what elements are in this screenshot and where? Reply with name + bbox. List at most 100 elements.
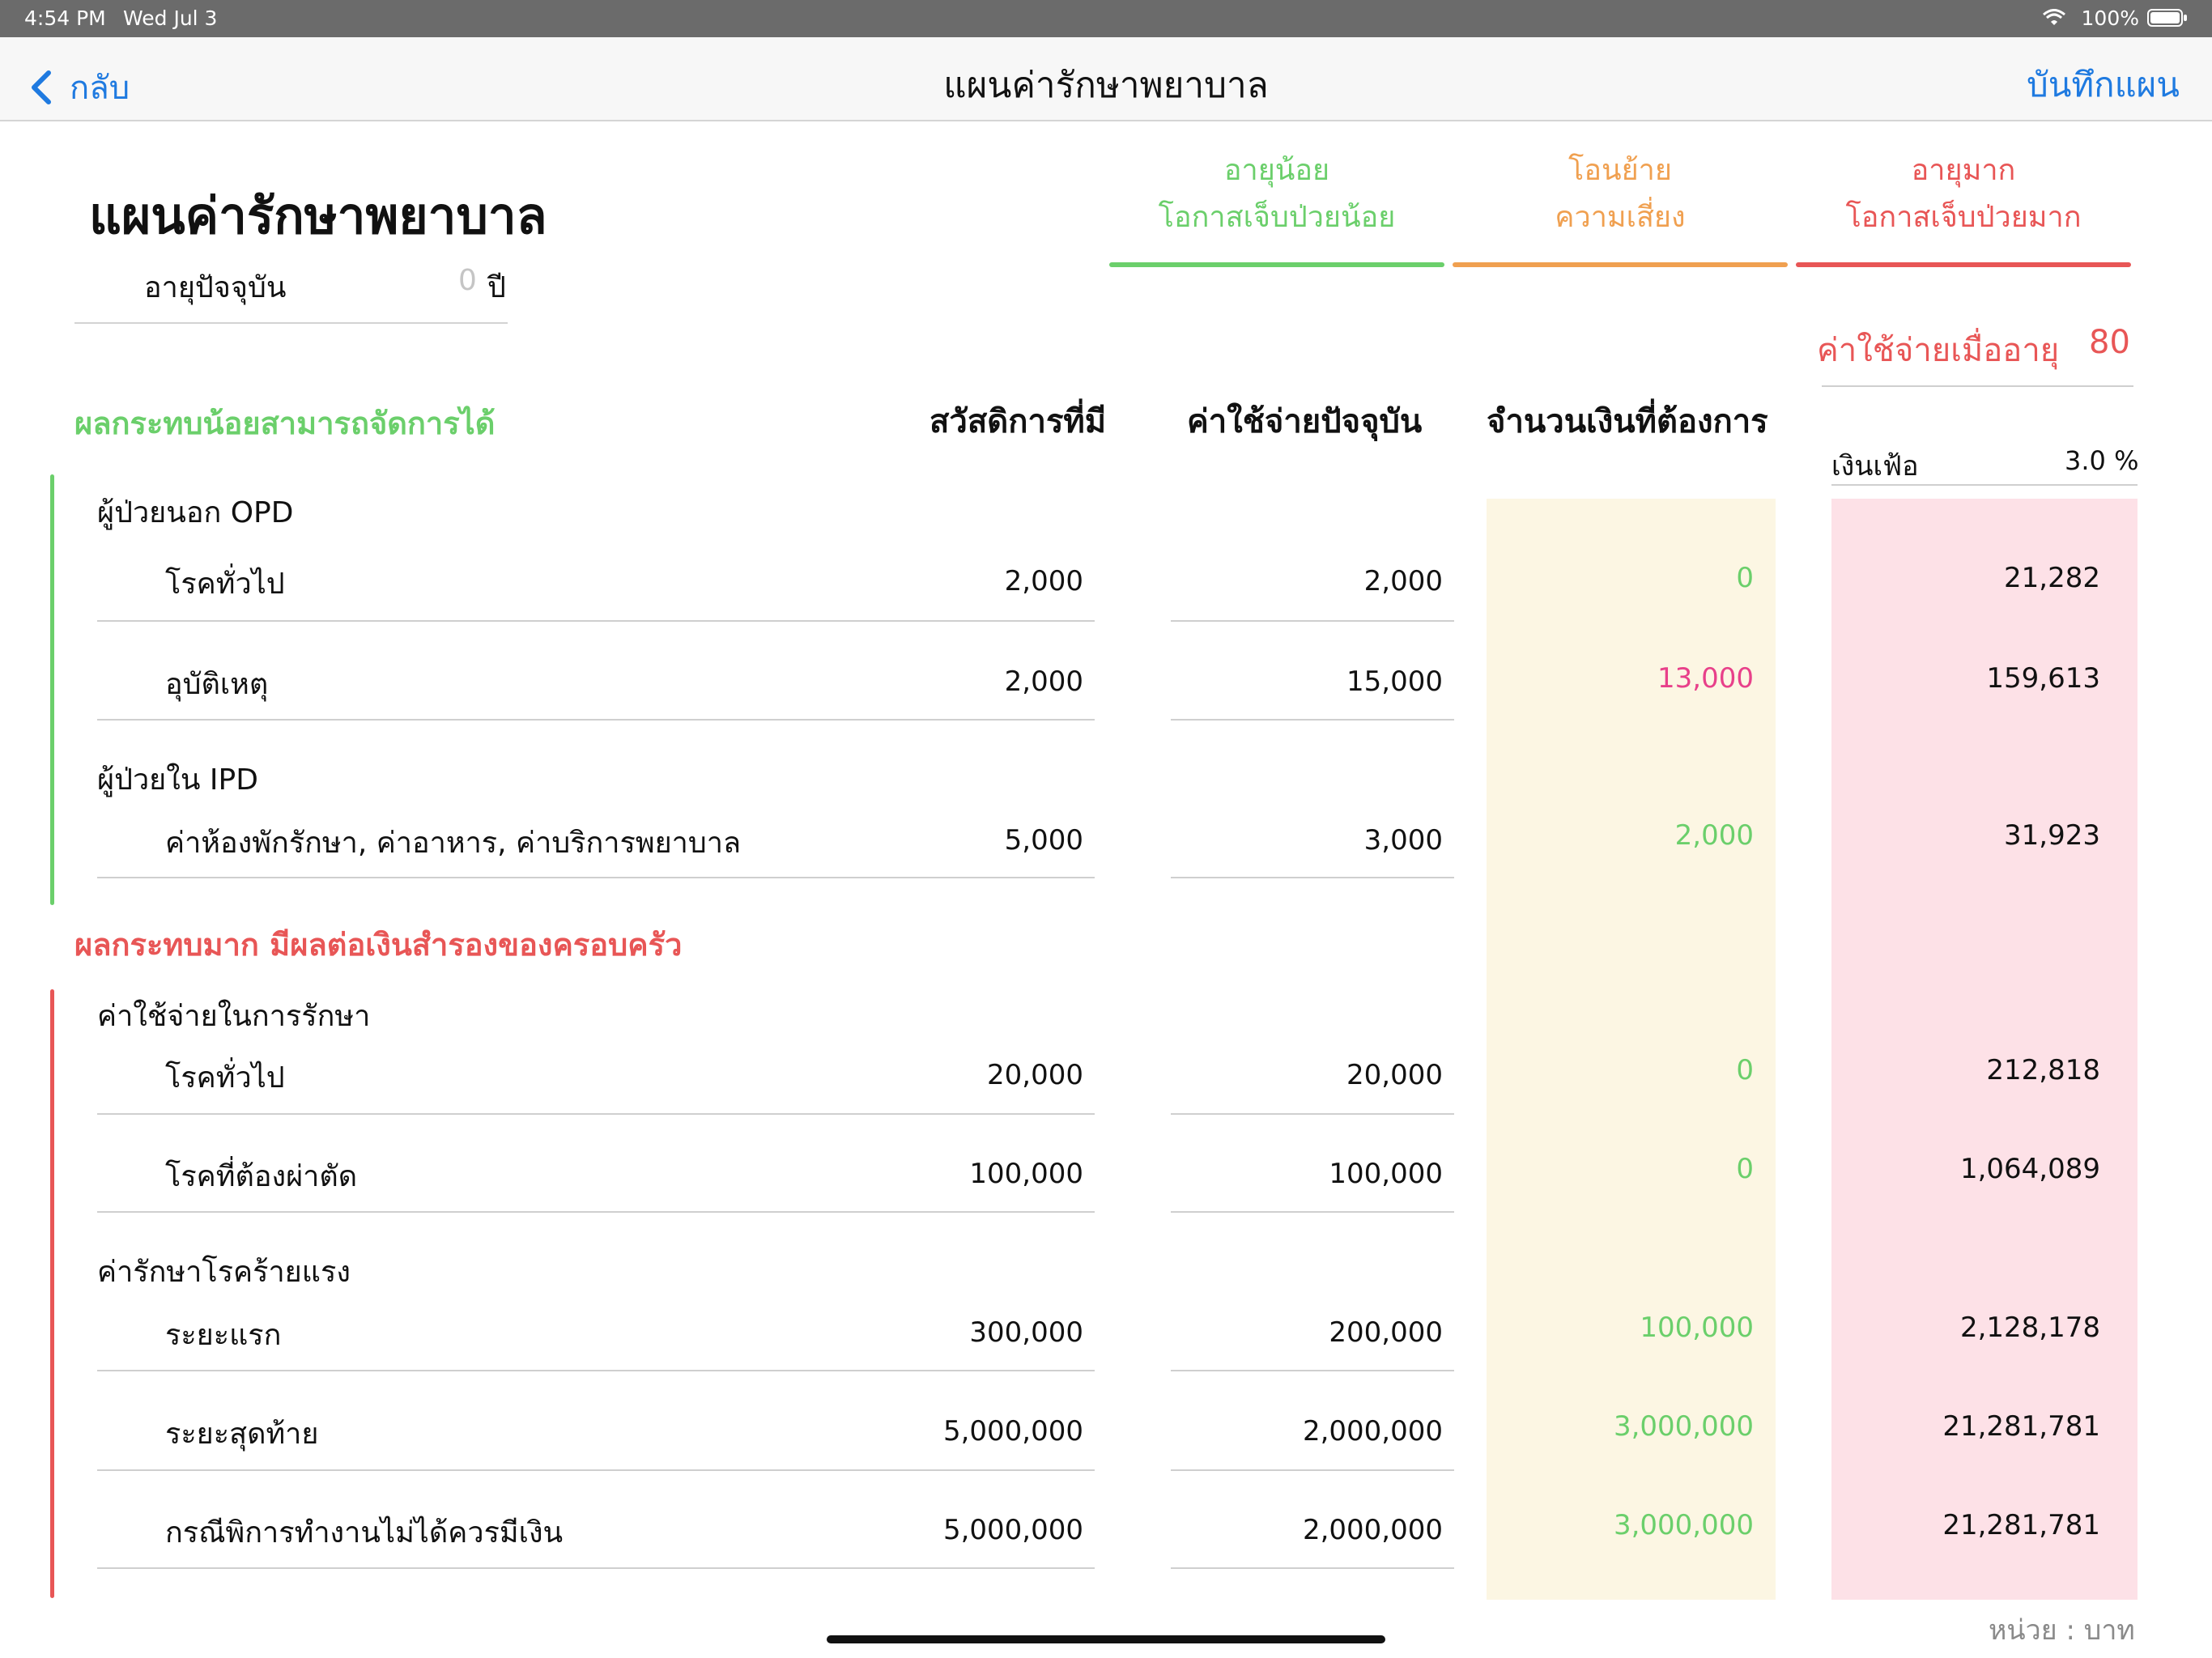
inflation-label: เงินเฟ้อ (1831, 450, 1919, 483)
row-needed: 0 (1736, 1054, 1754, 1086)
row-current-cost[interactable]: 200,000 (1200, 1316, 1443, 1349)
section-high-title: ผลกระทบมาก มีผลต่อเงินสำรองของครอบครัว (74, 927, 683, 963)
row-divider (97, 1469, 1095, 1471)
navigation-bar: กลับ แผนค่ารักษาพยาบาล บันทึกแผน (0, 37, 2212, 121)
row-label: โรคที่ต้องผ่าตัด (165, 1160, 358, 1193)
inflation-underline (1831, 484, 2138, 486)
row-needed: 100,000 (1640, 1312, 1754, 1344)
row-needed: 2,000 (1674, 819, 1754, 852)
row-divider (1171, 1113, 1454, 1115)
current-age-input[interactable]: 0 (458, 264, 477, 297)
column-header-current-cost: ค่าใช้จ่ายปัจจุบัน (1187, 403, 1423, 440)
row-future-cost: 21,281,781 (1942, 1509, 2100, 1541)
status-bar: 4:54 PM Wed Jul 3 100% (0, 0, 2212, 37)
row-needed: 0 (1736, 562, 1754, 594)
row-divider (1171, 1370, 1454, 1371)
battery-icon (2147, 9, 2187, 27)
tab-line2: โอกาสเจ็บป่วยมาก (1845, 201, 2082, 234)
row-divider (97, 877, 1095, 878)
row-future-cost: 2,128,178 (1959, 1312, 2100, 1344)
save-plan-button[interactable]: บันทึกแผน (2027, 58, 2180, 112)
home-indicator[interactable] (827, 1635, 1385, 1643)
tab-old-high-risk[interactable]: อายุมาก โอกาสเจ็บป่วยมาก (1796, 147, 2131, 267)
row-label: ค่าห้องพักรักษา, ค่าอาหาร, ค่าบริการพยาบ… (165, 827, 742, 860)
row-divider (1171, 1211, 1454, 1213)
row-benefit[interactable]: 300,000 (840, 1316, 1083, 1349)
row-needed: 3,000,000 (1613, 1509, 1754, 1541)
tab-young-low-risk[interactable]: อายุน้อย โอกาสเจ็บป่วยน้อย (1109, 147, 1444, 267)
row-divider (97, 620, 1095, 622)
row-divider (97, 1567, 1095, 1569)
row-future-cost: 31,923 (2004, 819, 2100, 852)
row-current-cost[interactable]: 20,000 (1200, 1059, 1443, 1091)
tab-line2: ความเสี่ยง (1555, 201, 1686, 234)
tab-indicator (1453, 262, 1788, 267)
tab-transfer-risk[interactable]: โอนย้าย ความเสี่ยง (1453, 147, 1788, 267)
row-benefit[interactable]: 5,000,000 (840, 1415, 1083, 1448)
row-label: อุบัติเหตุ (165, 668, 269, 701)
row-divider (1171, 620, 1454, 622)
row-future-cost: 21,281,781 (1942, 1410, 2100, 1443)
section-high-marker (50, 989, 54, 1598)
row-future-cost: 159,613 (1986, 662, 2100, 695)
status-date: Wed Jul 3 (123, 6, 218, 30)
tab-line1: โอนย้าย (1568, 154, 1672, 187)
nav-title: แผนค่ารักษาพยาบาล (943, 65, 1269, 106)
age-underline (74, 322, 508, 324)
row-divider (1171, 1567, 1454, 1569)
current-age-label: อายุปัจจุบัน (144, 271, 287, 304)
row-needed: 0 (1736, 1153, 1754, 1185)
section-low-title: ผลกระทบน้อยสามารถจัดการได้ (74, 406, 496, 441)
row-label: ระยะสุดท้าย (165, 1418, 319, 1451)
row-label: กรณีพิการทำงานไม่ได้ควรมีเงิน (165, 1516, 564, 1550)
row-current-cost[interactable]: 100,000 (1200, 1158, 1443, 1190)
row-benefit[interactable]: 2,000 (840, 565, 1083, 597)
tab-line1: อายุมาก (1911, 154, 2016, 187)
column-header-needed: จำนวนเงินที่ต้องการ (1487, 403, 1768, 440)
row-benefit[interactable]: 100,000 (840, 1158, 1083, 1190)
group-ipd-label: ผู้ป่วยใน IPD (97, 763, 258, 797)
status-time: 4:54 PM (24, 6, 106, 30)
inflation-value[interactable]: 3.0 % (2065, 445, 2138, 476)
current-age-unit: ปี (487, 271, 506, 304)
row-benefit[interactable]: 2,000 (840, 665, 1083, 698)
row-label: โรคทั่วไป (165, 1061, 285, 1095)
row-current-cost[interactable]: 2,000,000 (1200, 1415, 1443, 1448)
tab-indicator (1796, 262, 2131, 267)
row-benefit[interactable]: 20,000 (840, 1059, 1083, 1091)
row-benefit[interactable]: 5,000,000 (840, 1514, 1083, 1546)
row-current-cost[interactable]: 15,000 (1200, 665, 1443, 698)
column-header-benefits: สวัสดิการที่มี (929, 403, 1107, 440)
future-age-label: ค่าใช้จ่ายเมื่ออายุ (1817, 332, 2060, 369)
row-current-cost[interactable]: 2,000 (1200, 565, 1443, 597)
row-divider (1171, 1469, 1454, 1471)
row-needed: 13,000 (1657, 662, 1754, 695)
future-age-underline (1822, 385, 2133, 387)
row-future-cost: 1,064,089 (1959, 1153, 2100, 1185)
group-opd-label: ผู้ป่วยนอก OPD (97, 496, 294, 529)
row-future-cost: 212,818 (1986, 1054, 2100, 1086)
row-divider (1171, 877, 1454, 878)
row-current-cost[interactable]: 3,000 (1200, 824, 1443, 857)
row-benefit[interactable]: 5,000 (840, 824, 1083, 857)
row-divider (97, 719, 1095, 721)
tab-line2: โอกาสเจ็บป่วยน้อย (1158, 201, 1396, 234)
group-treatment-label: ค่าใช้จ่ายในการรักษา (97, 1000, 371, 1033)
row-divider (1171, 719, 1454, 721)
future-age-value[interactable]: 80 (2089, 324, 2130, 361)
section-low-marker (50, 474, 54, 905)
tab-indicator (1109, 262, 1444, 267)
row-divider (97, 1113, 1095, 1115)
row-needed: 3,000,000 (1613, 1410, 1754, 1443)
wifi-icon (2043, 9, 2065, 25)
unit-note: หน่วย : บาท (1989, 1614, 2135, 1647)
row-future-cost: 21,282 (2004, 562, 2100, 594)
tab-line1: อายุน้อย (1223, 154, 1330, 187)
row-divider (97, 1211, 1095, 1213)
row-divider (97, 1370, 1095, 1371)
row-label: ระยะแรก (165, 1319, 282, 1352)
row-current-cost[interactable]: 2,000,000 (1200, 1514, 1443, 1546)
group-critical-illness-label: ค่ารักษาโรคร้ายแรง (97, 1256, 351, 1289)
row-label: โรคทั่วไป (165, 568, 285, 601)
battery-percent: 100% (2081, 6, 2139, 30)
